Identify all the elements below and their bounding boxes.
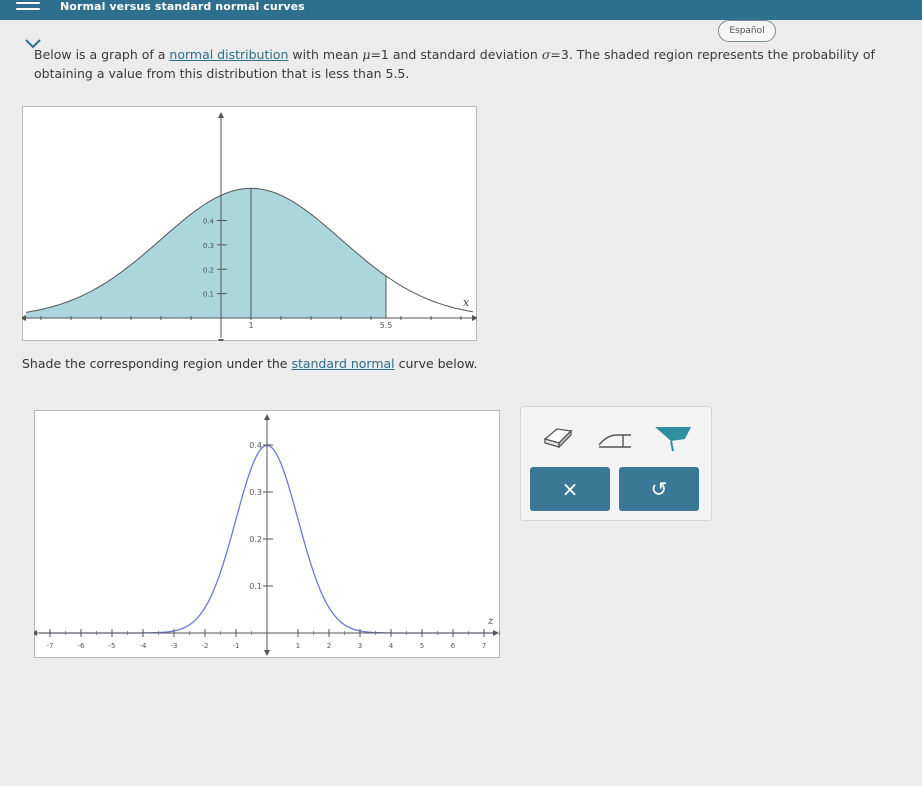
- z-tick-label: 7: [482, 642, 486, 650]
- normal-graph-canvas: 0.4 0.3 0.2 0.1 1 5.5 x: [22, 106, 477, 341]
- z-tick-label: -1: [233, 642, 240, 650]
- fill-tool[interactable]: [651, 419, 695, 453]
- horizontal-segment-icon: [598, 434, 631, 448]
- eraser-tool[interactable]: [537, 419, 581, 453]
- header-bar: Normal versus standard normal curves: [0, 0, 922, 20]
- y-tick-label: 0.2: [249, 535, 262, 544]
- z-tick-label: -7: [47, 642, 54, 650]
- fill-region-icon: [655, 427, 691, 452]
- espanol-button[interactable]: Español: [718, 20, 776, 42]
- standard-normal-canvas[interactable]: 0.4 0.3 0.2 0.1 -7 -6 -5 -4 -3 -2 -1 1 2 3 4 5 6 7 z: [34, 410, 500, 658]
- x-axis-label: x: [463, 296, 470, 309]
- eraser-icon: [543, 428, 573, 449]
- z-tick-label: 6: [451, 642, 456, 650]
- segment-tool[interactable]: [593, 419, 637, 453]
- normal-distribution-link[interactable]: normal distribution: [169, 47, 288, 62]
- z-tick-label: -6: [78, 642, 86, 650]
- x-tick-label-mean: 1: [248, 321, 253, 330]
- z-tick-label: 3: [358, 642, 362, 650]
- standard-normal-link[interactable]: standard normal: [291, 356, 394, 371]
- x-tick-label-cutoff: 5.5: [380, 321, 393, 330]
- z-tick-label: 2: [327, 642, 331, 650]
- page-title: Normal versus standard normal curves: [60, 0, 305, 13]
- z-tick-label: -2: [202, 642, 209, 650]
- z-axis-label: z: [487, 616, 494, 627]
- menu-icon[interactable]: [16, 2, 40, 16]
- y-tick-label: 0.1: [203, 291, 214, 299]
- y-tick-label: 0.4: [249, 441, 262, 450]
- normal-distribution-graph: 0.4 0.3 0.2 0.1 1 5.5 x: [22, 106, 477, 341]
- problem-statement: Below is a graph of a normal distributio…: [34, 47, 875, 81]
- y-tick-label: 0.4: [203, 218, 215, 226]
- y-tick-label: 0.1: [249, 582, 262, 591]
- z-tick-label: 1: [296, 642, 300, 650]
- standard-normal-graph[interactable]: 0.4 0.3 0.2 0.1 -7 -6 -5 -4 -3 -2 -1 1 2 3 4 5 6 7 z: [34, 410, 500, 658]
- z-tick-label: 4: [389, 642, 394, 650]
- y-tick-label: 0.2: [203, 266, 214, 274]
- z-tick-label: 5: [420, 642, 424, 650]
- graph-tool-panel: × ↺: [520, 406, 712, 521]
- undo-button[interactable]: ↺: [619, 467, 699, 511]
- z-tick-label: -3: [171, 642, 178, 650]
- z-tick-label: -4: [140, 642, 148, 650]
- y-tick-label: 0.3: [203, 242, 214, 250]
- z-tick-label: -5: [109, 642, 116, 650]
- clear-button[interactable]: ×: [530, 467, 610, 511]
- y-tick-label: 0.3: [249, 488, 262, 497]
- instruction-text: Shade the corresponding region under the…: [22, 356, 478, 371]
